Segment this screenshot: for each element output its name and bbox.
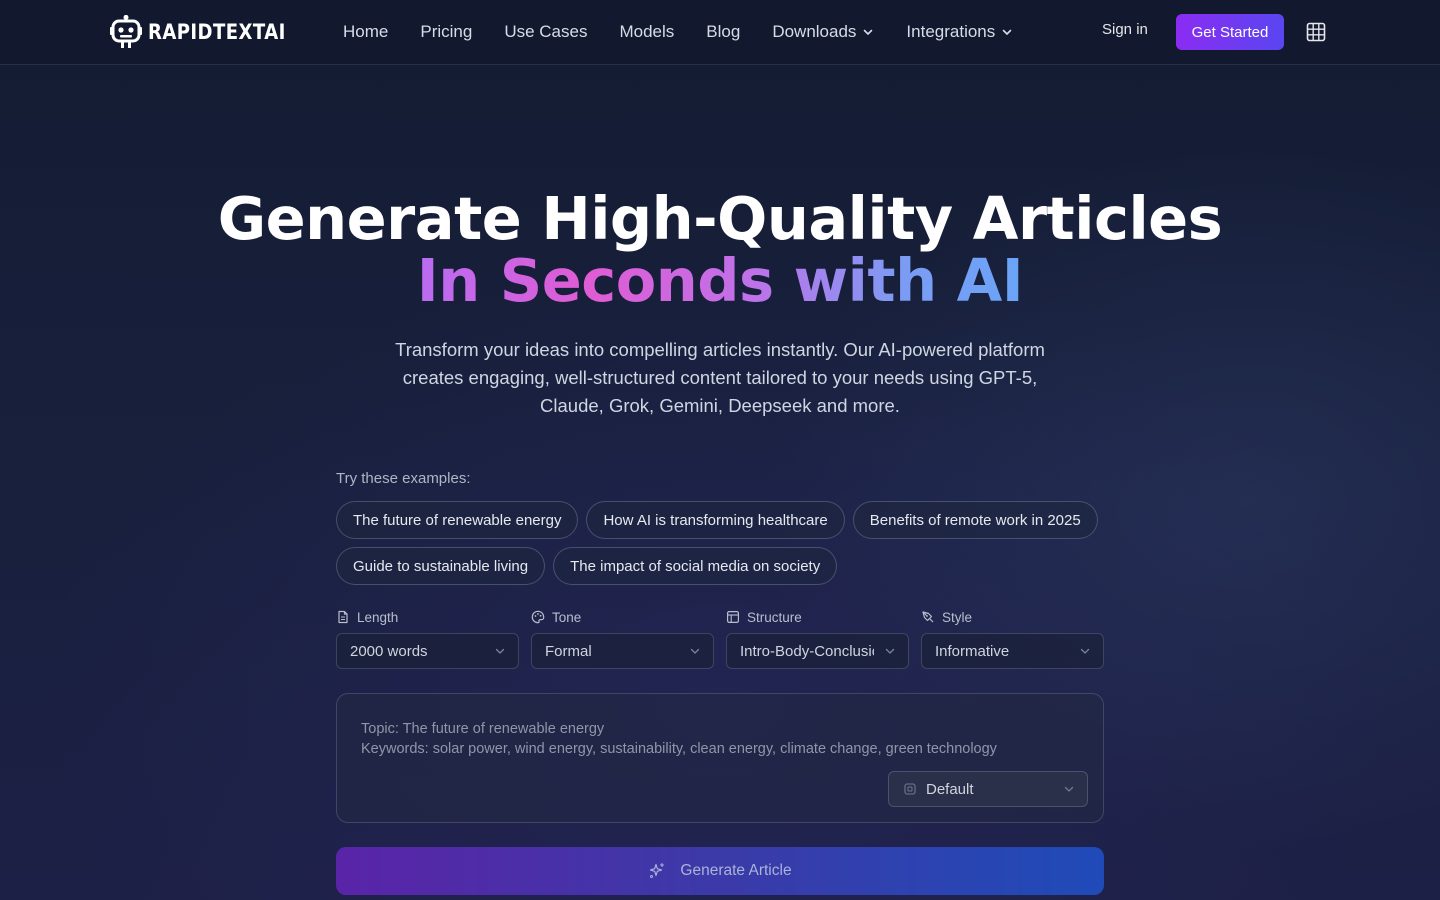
palette-icon	[531, 610, 545, 624]
hero-title: Generate High-Quality Articles In Second…	[0, 188, 1440, 312]
example-chip[interactable]: How AI is transforming healthcare	[586, 501, 845, 539]
cpu-icon	[904, 783, 916, 795]
model-value: Default	[926, 780, 974, 798]
tone-label: Tone	[552, 609, 582, 625]
nav-blog-label: Blog	[706, 22, 741, 41]
nav-home-label: Home	[343, 22, 389, 41]
structure-label: Structure	[747, 609, 802, 625]
nav-integrations-label: Integrations	[906, 22, 996, 41]
hero-title-line1: Generate High-Quality Articles	[217, 184, 1223, 253]
hero-title-line2: In Seconds with AI	[416, 246, 1024, 315]
style-label-row: Style	[921, 608, 1104, 626]
chevron-down-icon	[1002, 29, 1012, 35]
example-chip[interactable]: The impact of social media on society	[553, 547, 838, 585]
sparkles-icon	[650, 862, 665, 878]
nav-pricing-label: Pricing	[420, 22, 473, 41]
nav-models[interactable]: Models	[619, 22, 674, 42]
hero-subtitle: Transform your ideas into compelling art…	[395, 339, 1045, 416]
prompt-topic-placeholder: Topic: The future of renewable energy	[361, 721, 605, 737]
robot-logo-icon	[110, 15, 142, 48]
nav-models-label: Models	[619, 22, 675, 41]
example-chip[interactable]: Benefits of remote work in 2025	[852, 501, 1098, 539]
sign-in-link[interactable]: Sign in	[1102, 21, 1148, 38]
style-select[interactable]: Informative	[921, 633, 1104, 669]
nav-integrations-dropdown[interactable]: Integrations	[906, 22, 1013, 42]
prompt-textarea[interactable]: Topic: The future of renewable energy Ke…	[361, 719, 1061, 759]
generate-article-label: Generate Article	[680, 862, 792, 879]
language-grid-icon	[1306, 22, 1326, 42]
nav-use-cases[interactable]: Use Cases	[504, 22, 587, 42]
top-navbar: RAPIDTEXTAI Home Pricing Use Cases Model…	[0, 0, 1440, 65]
nav-downloads-label: Downloads	[772, 22, 857, 41]
chevron-down-icon	[1064, 786, 1074, 792]
tone-select[interactable]: Formal	[531, 633, 714, 669]
get-started-button[interactable]: Get Started	[1176, 14, 1284, 50]
prompt-panel: Topic: The future of renewable energy Ke…	[336, 693, 1104, 823]
length-value: 2000 words	[350, 642, 428, 660]
model-select[interactable]: Default	[888, 771, 1088, 807]
example-chips: The future of renewable energy How AI is…	[336, 501, 1116, 585]
structure-label-row: Structure	[726, 608, 909, 626]
main-nav: Home Pricing Use Cases Models Blog Downl…	[343, 0, 1013, 64]
length-option: Length 2000 words	[336, 608, 519, 669]
tone-option: Tone Formal	[531, 608, 714, 669]
style-value: Informative	[935, 642, 1010, 660]
length-label-row: Length	[336, 608, 519, 626]
chevron-down-icon	[495, 648, 505, 654]
nav-home[interactable]: Home	[343, 22, 388, 42]
nav-blog[interactable]: Blog	[706, 22, 740, 42]
examples-label: Try these examples:	[336, 470, 471, 487]
brand-name: RAPIDTEXTAI	[148, 20, 286, 44]
example-chip[interactable]: The future of renewable energy	[336, 501, 579, 539]
example-chip[interactable]: Guide to sustainable living	[336, 547, 546, 585]
chevron-down-icon	[690, 648, 700, 654]
brand-logo[interactable]: RAPIDTEXTAI	[110, 14, 308, 50]
layout-icon	[727, 611, 740, 624]
document-icon	[338, 610, 348, 624]
style-label: Style	[942, 609, 973, 625]
nav-downloads-dropdown[interactable]: Downloads	[772, 22, 874, 42]
language-selector-button[interactable]	[1304, 20, 1328, 44]
length-label: Length	[357, 609, 399, 625]
tone-label-row: Tone	[531, 608, 714, 626]
length-select[interactable]: 2000 words	[336, 633, 519, 669]
nav-use-cases-label: Use Cases	[504, 22, 588, 41]
chevron-down-icon	[864, 29, 873, 35]
generate-article-button[interactable]: Generate Article	[336, 847, 1104, 895]
chevron-down-icon	[1080, 648, 1090, 654]
nav-pricing[interactable]: Pricing	[420, 22, 472, 42]
chevron-down-icon	[885, 648, 895, 654]
structure-option: Structure Intro-Body-Conclusion	[726, 608, 909, 669]
style-option: Style Informative	[921, 608, 1104, 669]
prompt-keywords-placeholder: Keywords: solar power, wind energy, sust…	[361, 741, 997, 757]
tone-value: Formal	[545, 642, 592, 660]
pen-tool-icon	[922, 611, 934, 623]
structure-value: Intro-Body-Conclusion	[740, 642, 874, 660]
structure-select[interactable]: Intro-Body-Conclusion	[726, 633, 909, 669]
